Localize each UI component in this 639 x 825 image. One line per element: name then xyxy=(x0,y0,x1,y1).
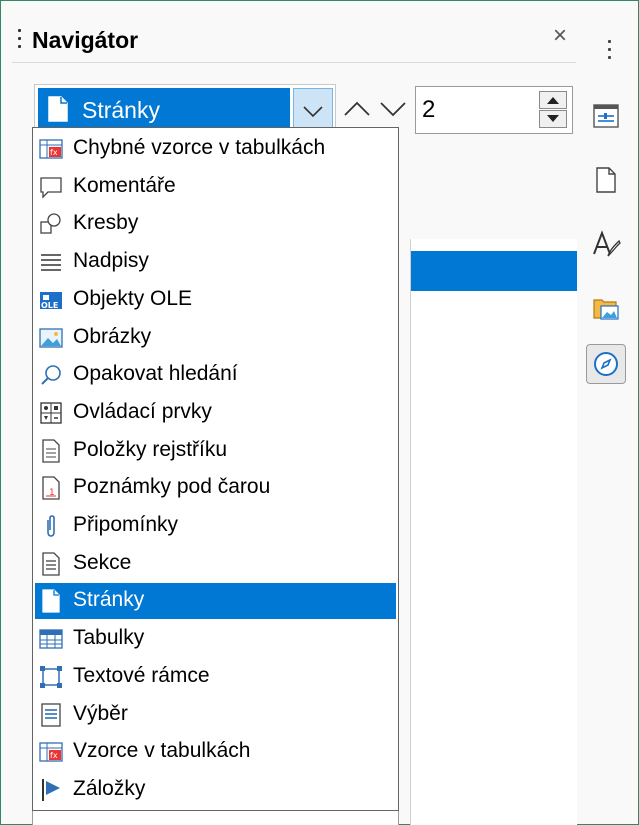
list-item-label: Sekce xyxy=(73,550,132,574)
gallery-icon xyxy=(593,299,619,320)
list-item-label: Poznámky pod čarou xyxy=(73,475,271,499)
shapes-icon xyxy=(39,212,63,236)
list-item-label: Záložky xyxy=(73,776,146,800)
content-type-list: fx Chybné vzorce v tabulkách Komentáře Kres… xyxy=(32,127,399,811)
index-entry-icon xyxy=(39,438,63,463)
list-item-label: Kresby xyxy=(73,211,139,235)
list-item-label: Komentáře xyxy=(73,173,176,197)
tab-bar-menu-icon[interactable] xyxy=(608,40,611,64)
gallery-tab[interactable] xyxy=(586,288,626,328)
toolbar-area xyxy=(410,138,576,239)
chevron-down-icon xyxy=(303,106,323,118)
bookmark-flag-icon xyxy=(39,778,63,802)
triangle-down-icon xyxy=(547,115,559,122)
list-item[interactable]: Výběr xyxy=(35,697,396,733)
spin-down-button[interactable] xyxy=(539,110,567,128)
list-item[interactable]: 1 Poznámky pod čarou xyxy=(35,470,396,506)
deck-title-bar: Navigátor × xyxy=(12,14,576,63)
list-item-label: Ovládací prvky xyxy=(73,399,212,423)
deck-title: Navigátor xyxy=(32,27,139,53)
section-icon xyxy=(39,552,63,576)
list-item[interactable]: Položky rejstříku xyxy=(35,433,396,469)
list-item[interactable]: Obrázky xyxy=(35,320,396,356)
headings-icon xyxy=(39,250,63,274)
ole-icon: OLE xyxy=(39,288,63,312)
spin-up-button[interactable] xyxy=(539,91,567,109)
frame-icon xyxy=(39,665,63,689)
paperclip-icon xyxy=(39,514,63,538)
list-item[interactable]: Komentáře xyxy=(35,169,396,205)
magnifier-icon xyxy=(39,363,63,387)
list-item-label: Objekty OLE xyxy=(73,286,193,310)
table-icon xyxy=(39,627,63,651)
properties-tab[interactable] xyxy=(586,96,626,136)
list-item[interactable]: Opakovat hledání xyxy=(35,357,396,393)
footnote-icon: 1 xyxy=(39,476,63,500)
styles-icon xyxy=(593,230,621,257)
page-icon xyxy=(39,589,63,614)
svg-text:fx: fx xyxy=(50,148,58,157)
list-item-label: Nadpisy xyxy=(73,249,149,273)
image-icon xyxy=(39,326,63,350)
compass-icon xyxy=(594,352,618,376)
controls-icon xyxy=(39,401,63,425)
page-tab[interactable] xyxy=(586,160,626,200)
list-item-label: Výběr xyxy=(73,701,128,725)
list-item-label: Stránky xyxy=(73,588,145,612)
page-number-input[interactable] xyxy=(422,93,522,127)
list-item[interactable]: Nadpisy xyxy=(35,244,396,280)
svg-text:OLE: OLE xyxy=(41,301,58,310)
page-icon xyxy=(48,96,68,122)
selection-icon xyxy=(39,702,63,727)
list-item[interactable]: Připomínky xyxy=(35,508,396,544)
navigator-tab[interactable] xyxy=(586,344,626,384)
list-item[interactable]: Tabulky xyxy=(35,621,396,657)
list-item[interactable]: fx Chybné vzorce v tabulkách xyxy=(35,131,396,167)
list-item[interactable]: Záložky xyxy=(35,772,396,808)
selected-tree-item[interactable] xyxy=(411,251,577,291)
list-item-label: Textové rámce xyxy=(73,663,210,687)
close-icon[interactable]: × xyxy=(548,24,572,48)
list-item[interactable]: Sekce xyxy=(35,546,396,582)
next-arrow-icon[interactable] xyxy=(378,94,408,124)
svg-text:fx: fx xyxy=(50,751,58,760)
list-item[interactable]: Stránky xyxy=(35,583,396,620)
list-bottom-edge xyxy=(32,811,399,825)
speech-bubble-icon xyxy=(39,175,63,199)
previous-arrow-icon[interactable] xyxy=(342,94,372,124)
styles-tab[interactable] xyxy=(586,224,626,264)
list-item[interactable]: Ovládací prvky xyxy=(35,395,396,431)
content-type-label: Stránky xyxy=(82,97,160,123)
properties-icon xyxy=(593,104,619,128)
spin-buttons xyxy=(539,91,569,129)
list-item-label: Položky rejstříku xyxy=(73,437,228,461)
list-item-label: Obrázky xyxy=(73,324,152,348)
list-item-label: Opakovat hledání xyxy=(73,362,238,386)
list-item[interactable]: Textové rámce xyxy=(35,659,396,695)
page-icon xyxy=(596,167,616,193)
list-item[interactable]: Kresby xyxy=(35,206,396,242)
fx-table-icon: fx xyxy=(39,137,63,161)
sidebar-tab-bar xyxy=(578,14,638,825)
triangle-up-icon xyxy=(547,97,559,104)
page-number-spinbox[interactable] xyxy=(415,86,573,134)
list-item-label: Vzorce v tabulkách xyxy=(73,739,251,763)
list-item-label: Tabulky xyxy=(73,626,145,650)
drag-handle[interactable] xyxy=(18,29,22,51)
fx-table-icon: fx xyxy=(39,740,63,764)
content-tree[interactable] xyxy=(410,239,577,825)
list-item-label: Připomínky xyxy=(73,513,179,536)
list-item[interactable]: OLE Objekty OLE xyxy=(35,282,396,318)
list-item[interactable]: fx Vzorce v tabulkách xyxy=(35,734,396,770)
list-item-label: Chybné vzorce v tabulkách xyxy=(73,136,326,159)
